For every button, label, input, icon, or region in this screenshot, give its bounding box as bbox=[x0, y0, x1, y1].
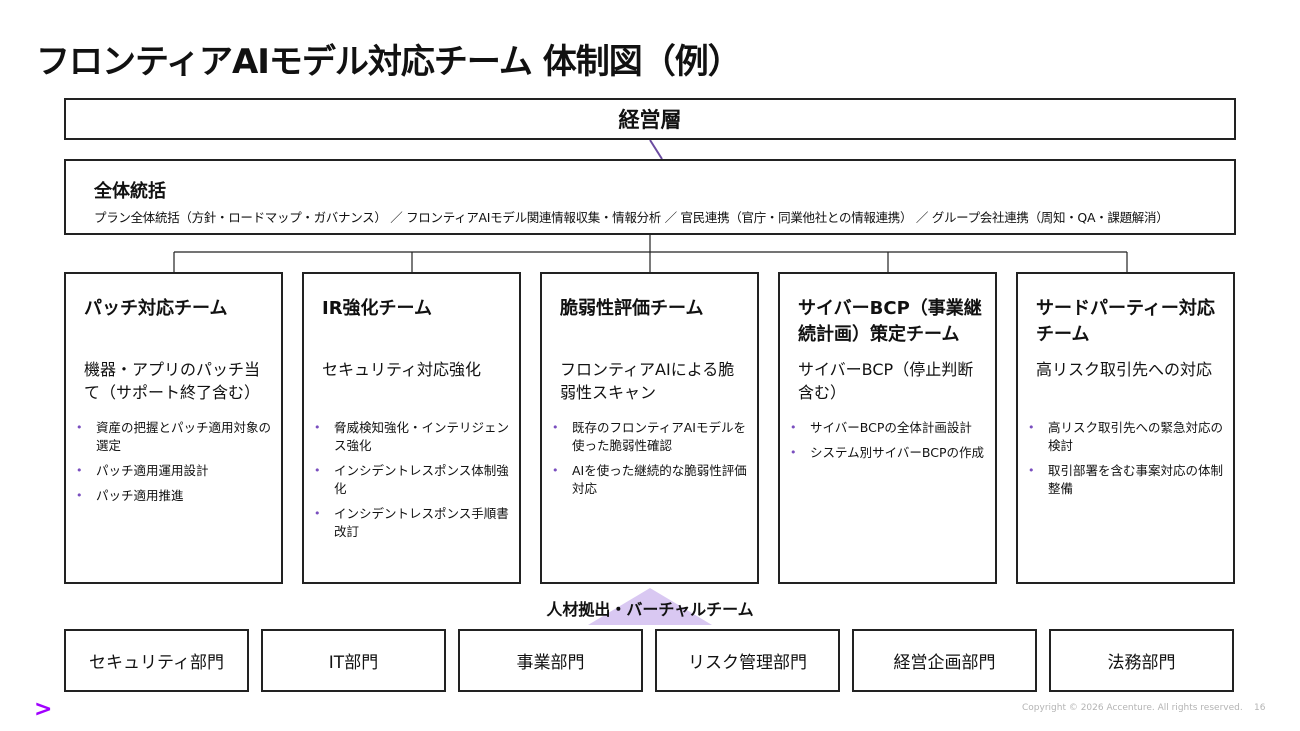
dept-business: 事業部門 bbox=[458, 629, 643, 692]
dept-planning: 経営企画部門 bbox=[852, 629, 1037, 692]
dept-it: IT部門 bbox=[261, 629, 446, 692]
team-cyber-bcp: サイバーBCP（事業継続計画）策定チーム サイバーBCP（停止判断含む） サイバ… bbox=[778, 272, 997, 584]
team-subtitle: 高リスク取引先への対応 bbox=[1036, 360, 1213, 379]
team-title: サードパーティー対応チーム bbox=[1036, 298, 1215, 345]
team-bullets: 脅威検知強化・インテリジェンス強化 インシデントレスポンス体制強化 インシデント… bbox=[314, 419, 511, 548]
bullet-item: パッチ適用推進 bbox=[76, 487, 273, 505]
bullet-item: システム別サイバーBCPの作成 bbox=[790, 444, 987, 462]
team-third-party: サードパーティー対応チーム 高リスク取引先への対応 高リスク取引先への緊急対応の… bbox=[1016, 272, 1235, 584]
executive-box: 経営層 bbox=[64, 98, 1236, 140]
bullet-item: パッチ適用運用設計 bbox=[76, 462, 273, 480]
bullet-item: インシデントレスポンス体制強化 bbox=[314, 462, 511, 498]
team-bullets: 資産の把握とパッチ適用対象の選定 パッチ適用運用設計 パッチ適用推進 bbox=[76, 419, 273, 512]
team-subtitle: セキュリティ対応強化 bbox=[322, 360, 482, 379]
team-title: パッチ対応チーム bbox=[84, 298, 228, 319]
team-ir: IR強化チーム セキュリティ対応強化 脅威検知強化・インテリジェンス強化 インシ… bbox=[302, 272, 521, 584]
dept-legal: 法務部門 bbox=[1049, 629, 1234, 692]
bullet-item: 取引部署を含む事案対応の体制整備 bbox=[1028, 462, 1225, 498]
bullet-item: 高リスク取引先への緊急対応の検討 bbox=[1028, 419, 1225, 455]
team-bullets: サイバーBCPの全体計画設計 システム別サイバーBCPの作成 bbox=[790, 419, 987, 469]
team-patch: パッチ対応チーム 機器・アプリのパッチ当て（サポート終了含む） 資産の把握とパッ… bbox=[64, 272, 283, 584]
team-vulnerability: 脆弱性評価チーム フロンティアAIによる脆弱性スキャン 既存のフロンティアAIモ… bbox=[540, 272, 759, 584]
accenture-logo-icon: > bbox=[34, 697, 53, 722]
page-number: 16 bbox=[1254, 703, 1266, 713]
virtual-team-label: 人材拠出・バーチャルチーム bbox=[546, 600, 754, 619]
overall-description: プラン全体統括（方針・ロードマップ・ガバナンス） ／ フロンティアAIモデル関連… bbox=[94, 210, 1169, 225]
page-title: フロンティアAIモデル対応チーム 体制図（例） bbox=[36, 42, 742, 82]
overall-box: 全体統括 プラン全体統括（方針・ロードマップ・ガバナンス） ／ フロンティアAI… bbox=[64, 159, 1236, 235]
team-title: 脆弱性評価チーム bbox=[560, 298, 704, 319]
team-subtitle: フロンティアAIによる脆弱性スキャン bbox=[560, 360, 735, 402]
dept-risk: リスク管理部門 bbox=[655, 629, 840, 692]
team-bullets: 既存のフロンティアAIモデルを使った脆弱性確認 AIを使った継続的な脆弱性評価対… bbox=[552, 419, 749, 505]
bullet-item: 脅威検知強化・インテリジェンス強化 bbox=[314, 419, 511, 455]
bullet-item: 既存のフロンティアAIモデルを使った脆弱性確認 bbox=[552, 419, 749, 455]
bullet-item: AIを使った継続的な脆弱性評価対応 bbox=[552, 462, 749, 498]
team-bullets: 高リスク取引先への緊急対応の検討 取引部署を含む事案対応の体制整備 bbox=[1028, 419, 1225, 505]
team-subtitle: サイバーBCP（停止判断含む） bbox=[798, 360, 974, 402]
dept-security: セキュリティ部門 bbox=[64, 629, 249, 692]
team-title: サイバーBCP（事業継続計画）策定チーム bbox=[798, 298, 982, 345]
team-title: IR強化チーム bbox=[322, 298, 433, 319]
bullet-item: インシデントレスポンス手順書改訂 bbox=[314, 505, 511, 541]
team-subtitle: 機器・アプリのパッチ当て（サポート終了含む） bbox=[84, 360, 261, 402]
bullet-item: サイバーBCPの全体計画設計 bbox=[790, 419, 987, 437]
exec-connector bbox=[649, 139, 663, 160]
copyright-text: Copyright © 2026 Accenture. All rights r… bbox=[1022, 703, 1243, 713]
overall-title: 全体統括 bbox=[94, 181, 166, 202]
bullet-item: 資産の把握とパッチ適用対象の選定 bbox=[76, 419, 273, 455]
